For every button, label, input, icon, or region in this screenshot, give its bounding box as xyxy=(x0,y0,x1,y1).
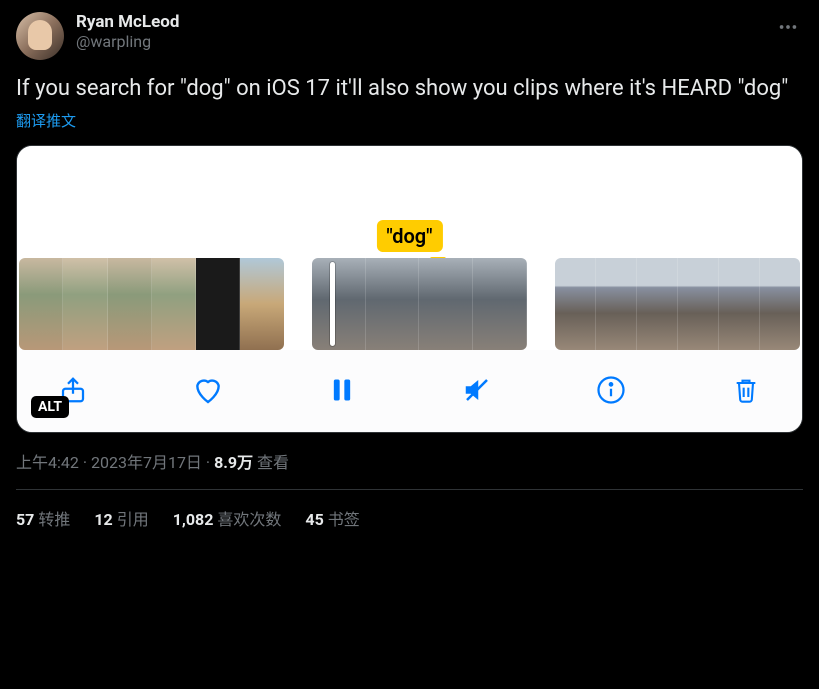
search-term-tag: "dog" xyxy=(376,220,442,252)
clip-frame xyxy=(312,258,366,350)
views-label: 查看 xyxy=(257,453,289,472)
stat-retweets[interactable]: 57转推 xyxy=(16,506,70,530)
clips-timeline[interactable] xyxy=(17,258,802,350)
heart-icon[interactable] xyxy=(190,372,226,408)
clip-frame xyxy=(473,258,527,350)
clip-frame xyxy=(240,258,283,350)
media-controls xyxy=(17,350,802,432)
media-card[interactable]: "dog" xyxy=(16,145,803,433)
display-name: Ryan McLeod xyxy=(76,12,773,32)
clip-frame xyxy=(108,258,152,350)
views-count: 8.9万 xyxy=(214,453,253,472)
clip-frame xyxy=(366,258,420,350)
clip-frame xyxy=(719,258,760,350)
stat-likes[interactable]: 1,082喜欢次数 xyxy=(173,506,282,530)
clip-frame xyxy=(152,258,196,350)
pause-icon[interactable] xyxy=(324,372,360,408)
clip-frame xyxy=(760,258,800,350)
media-top-area: "dog" xyxy=(17,146,802,258)
translate-link[interactable]: 翻译推文 xyxy=(16,110,76,131)
mute-icon[interactable] xyxy=(459,372,495,408)
clip-frame xyxy=(678,258,719,350)
more-icon[interactable] xyxy=(773,12,803,42)
avatar[interactable] xyxy=(16,12,64,60)
tweet-stats: 57转推 12引用 1,082喜欢次数 45书签 xyxy=(16,490,803,530)
handle: @warpling xyxy=(76,32,773,51)
alt-badge[interactable]: ALT xyxy=(31,396,69,418)
clip-group[interactable] xyxy=(19,258,284,350)
clip-group[interactable] xyxy=(555,258,800,350)
clip-frame xyxy=(555,258,596,350)
playhead-icon[interactable] xyxy=(330,262,335,346)
tweet-header: Ryan McLeod @warpling xyxy=(16,12,803,60)
trash-icon[interactable] xyxy=(728,372,764,408)
clip-frame xyxy=(19,258,63,350)
info-icon[interactable] xyxy=(593,372,629,408)
tweet-date: 2023年7月17日 xyxy=(91,453,202,472)
tweet-container: Ryan McLeod @warpling If you search for … xyxy=(0,0,819,530)
clip-frame xyxy=(596,258,637,350)
clip-frame xyxy=(637,258,678,350)
stat-bookmarks[interactable]: 45书签 xyxy=(305,506,359,530)
tweet-text: If you search for "dog" on iOS 17 it'll … xyxy=(16,74,803,104)
clip-group[interactable] xyxy=(312,258,527,350)
clip-frame xyxy=(419,258,473,350)
clip-frame xyxy=(63,258,107,350)
author-block[interactable]: Ryan McLeod @warpling xyxy=(76,12,773,51)
stat-quotes[interactable]: 12引用 xyxy=(94,506,148,530)
tweet-meta[interactable]: 上午4:42 · 2023年7月17日 · 8.9万 查看 xyxy=(16,449,803,473)
clip-frame xyxy=(196,258,240,350)
tweet-time: 上午4:42 xyxy=(16,453,79,472)
